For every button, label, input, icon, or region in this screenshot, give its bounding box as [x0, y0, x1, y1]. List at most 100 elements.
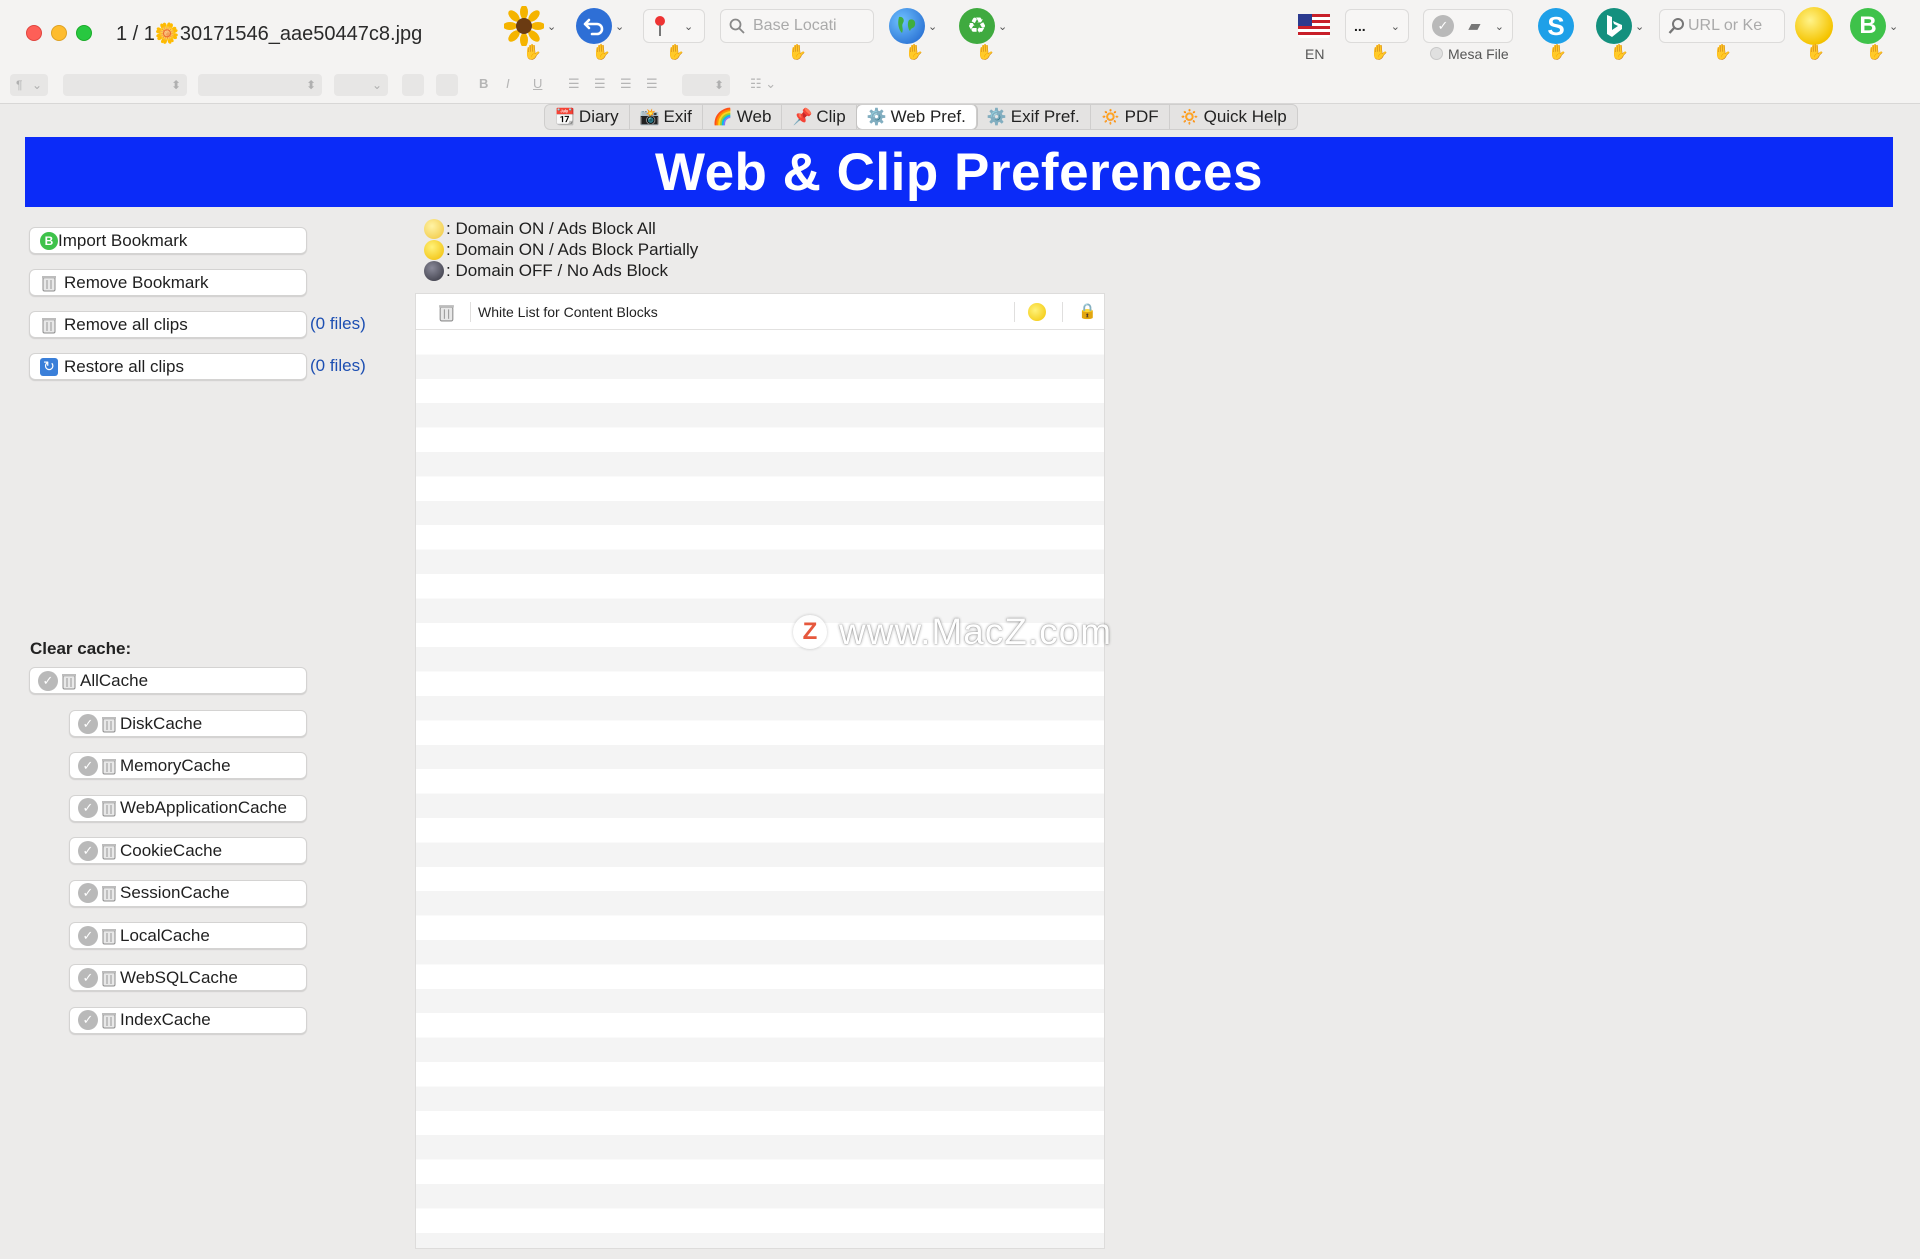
tab-label: Clip — [816, 107, 846, 126]
sun-column-icon[interactable] — [1028, 303, 1046, 321]
location-pin-menu[interactable]: ⌄ — [643, 9, 705, 43]
bing-icon — [1596, 8, 1632, 44]
remove-all-clips-button[interactable]: Remove all clips — [29, 311, 307, 338]
white-list-header[interactable]: White List for Content Blocks — [478, 304, 658, 320]
magnifier-icon — [1668, 18, 1684, 34]
align-center-icon[interactable]: ☰ — [594, 76, 606, 92]
cache-item-button[interactable]: ✓ MemoryCache — [69, 752, 307, 780]
cache-item-button[interactable]: ✓ LocalCache — [69, 922, 307, 949]
restore-all-clips-button[interactable]: ↻ Restore all clips — [29, 353, 307, 380]
check-icon: ✓ — [78, 840, 98, 861]
b-circle-menu-button[interactable]: B ⌄ — [1850, 6, 1898, 46]
import-bookmark-button[interactable]: B Import Bookmark — [29, 227, 307, 254]
remove-bookmark-button[interactable]: Remove Bookmark — [29, 269, 307, 296]
all-cache-button[interactable]: ✓ AllCache — [29, 667, 307, 694]
cache-item-button[interactable]: ✓ WebSQLCache — [69, 964, 307, 992]
restore-all-clips-label: Restore all clips — [64, 356, 184, 376]
cache-item-button[interactable]: ✓ WebApplicationCache — [69, 794, 307, 822]
tab-quick-help[interactable]: 🔅 Quick Help — [1170, 105, 1297, 129]
url-search-field[interactable]: URL or Ke — [1659, 9, 1785, 43]
bing-menu-button[interactable]: ⌄ — [1596, 6, 1644, 46]
restore-clips-count: (0 files) — [310, 356, 366, 375]
text-color-well[interactable] — [402, 74, 424, 96]
white-list-table[interactable]: White List for Content Blocks 🔒 — [415, 293, 1105, 1249]
italic-button[interactable]: I — [506, 76, 510, 91]
zoom-window-button[interactable] — [76, 25, 92, 41]
hand-icon: ✋ — [1866, 44, 1885, 61]
tab-exif-pref[interactable]: ⚙️ Exif Pref. — [977, 105, 1091, 129]
chevron-down-icon: ⌄ — [998, 20, 1008, 33]
tab-pdf[interactable]: 🔅 PDF — [1091, 105, 1170, 129]
tab-label: Exif Pref. — [1010, 107, 1080, 126]
base-location-search[interactable]: Base Locati — [720, 9, 874, 43]
tab-web[interactable]: 🌈 Web — [703, 105, 783, 129]
tab-web-pref[interactable]: ⚙️ Web Pref. — [856, 105, 977, 129]
minimize-window-button[interactable] — [51, 25, 67, 41]
language-button[interactable] — [1298, 6, 1330, 46]
background-color-well[interactable] — [436, 74, 458, 96]
more-menu[interactable]: ... ⌄ — [1345, 9, 1409, 43]
align-right-icon[interactable]: ☰ — [620, 76, 632, 92]
format-bar: ¶ ⌄ ⬍ ⬍ ⌄ B I U ☰ ☰ ☰ ☰ ⬍ ☷ ⌄ — [0, 68, 1920, 104]
sun-button[interactable] — [1795, 6, 1833, 46]
sunflower-menu-button[interactable]: ⌄ — [504, 6, 556, 46]
globe-menu-button[interactable]: ⌄ — [889, 6, 937, 46]
legend-item: : Domain OFF / No Ads Block — [424, 261, 668, 281]
restore-arrow-icon: ↻ — [40, 357, 58, 376]
trash-icon[interactable] — [438, 303, 455, 322]
table-body[interactable] — [416, 330, 1104, 1248]
lock-icon[interactable]: 🔒 — [1078, 302, 1097, 320]
sun-icon — [1795, 7, 1833, 45]
hand-icon: ✋ — [1806, 44, 1825, 61]
line-spacing-popup[interactable]: ⬍ — [682, 74, 730, 96]
close-window-button[interactable] — [26, 25, 42, 41]
hand-icon: ✋ — [523, 44, 542, 61]
folder-icon: ▰ — [1468, 18, 1481, 35]
bold-button[interactable]: B — [479, 76, 488, 91]
trash-icon — [102, 716, 116, 732]
rainbow-icon: 🌈 — [712, 109, 733, 126]
font-family-popup[interactable]: ⬍ — [63, 74, 187, 96]
hand-icon: ✋ — [1548, 44, 1567, 61]
paragraph-style-popup[interactable]: ¶ ⌄ — [10, 74, 48, 96]
tab-exif[interactable]: 📸 Exif — [630, 105, 703, 129]
hand-icon: ✋ — [592, 44, 611, 61]
main-toolbar: 1 / 1🌼30171546_aae50447c8.jpg ⌄ ✋ ⌄ ✋ ⌄ … — [0, 0, 1920, 68]
check-icon: ✓ — [78, 755, 98, 776]
check-icon: ✓ — [38, 670, 58, 691]
cache-item-button[interactable]: ✓ DiskCache — [69, 710, 307, 737]
cache-item-button[interactable]: ✓ SessionCache — [69, 879, 307, 907]
brightness-icon: 🔅 — [1179, 109, 1200, 126]
tab-label: Web Pref. — [890, 107, 966, 126]
all-cache-label: AllCache — [80, 670, 149, 690]
align-justify-icon[interactable]: ☰ — [646, 76, 658, 92]
legend-text: : Domain ON / Ads Block Partially — [446, 240, 699, 259]
tab-clip[interactable]: 📌 Clip — [782, 105, 857, 129]
stepper-icon: ⬍ — [305, 78, 316, 92]
align-left-icon[interactable]: ☰ — [568, 76, 580, 92]
skype-button[interactable]: S — [1538, 6, 1574, 46]
hand-icon: ✋ — [905, 44, 924, 61]
recycle-menu-button[interactable]: ♻ ⌄ — [959, 6, 1007, 46]
font-size-popup[interactable]: ⌄ — [334, 74, 388, 96]
recycle-icon: ♻ — [959, 8, 995, 44]
mesa-file-radio[interactable] — [1430, 47, 1443, 60]
cache-item-label: SessionCache — [120, 883, 230, 903]
underline-button[interactable]: U — [533, 76, 542, 91]
tab-label: Exif — [663, 107, 692, 126]
hand-icon: ✋ — [1370, 44, 1389, 61]
font-style-popup[interactable]: ⬍ — [198, 74, 322, 96]
window-title: 1 / 1🌼30171546_aae50447c8.jpg — [116, 23, 423, 45]
cache-item-button[interactable]: ✓ CookieCache — [69, 837, 307, 865]
cache-item-label: MemoryCache — [120, 755, 231, 775]
import-bookmark-label: Import Bookmark — [58, 230, 188, 250]
cache-item-button[interactable]: ✓ IndexCache — [69, 1006, 307, 1034]
list-style-icon[interactable]: ☷ ⌄ — [750, 76, 776, 92]
tab-diary[interactable]: 📆 Diary — [545, 105, 630, 129]
column-divider — [1062, 302, 1063, 322]
tab-label: Quick Help — [1203, 107, 1287, 126]
paragraph-glyph: ¶ — [16, 78, 23, 92]
mesa-file-menu[interactable]: ✓ ▰ ⌄ — [1423, 9, 1513, 43]
return-menu-button[interactable]: ⌄ — [576, 6, 624, 46]
calendar-icon: 📆 — [555, 109, 575, 126]
